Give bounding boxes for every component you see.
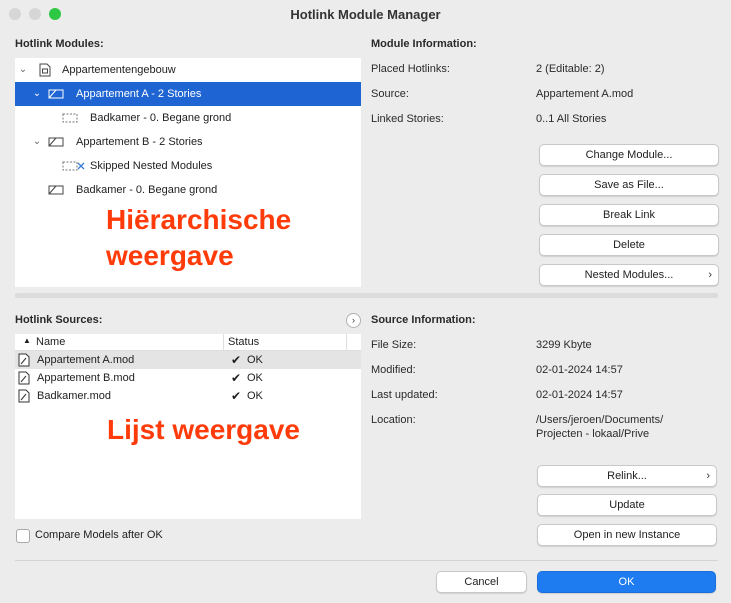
module-tree[interactable]: ⌄ Appartementengebouw ⌄ Appartement A - … [15, 58, 361, 287]
column-separator[interactable] [223, 334, 224, 350]
ok-button[interactable]: OK [537, 571, 716, 593]
module-icon [48, 185, 64, 195]
location-value-line-2: Projecten - lokaal/Prive [536, 428, 650, 440]
module-skipped-icon [62, 161, 85, 171]
relink-label: Relink... [607, 470, 647, 482]
module-file-icon [18, 371, 30, 385]
column-separator[interactable] [346, 334, 347, 350]
sources-expand-button[interactable]: › [346, 313, 361, 328]
module-file-icon [18, 353, 30, 367]
linked-stories-label: Linked Stories: [371, 113, 444, 125]
tree-item-label: Appartement A - 2 Stories [76, 88, 202, 100]
tree-item-appartement-a[interactable]: ⌄ Appartement A - 2 Stories [15, 82, 361, 106]
relink-button[interactable]: Relink... › [537, 465, 717, 487]
tree-item-label: Appartement B - 2 Stories [76, 136, 203, 148]
module-dashed-icon [62, 113, 78, 123]
tree-item-label: Badkamer - 0. Begane grond [90, 112, 232, 124]
column-name-header[interactable]: Name [36, 336, 65, 348]
file-size-label: File Size: [371, 339, 417, 351]
dialog-window: Hotlink Module Manager Hotlink Modules: … [0, 0, 731, 603]
check-icon: ✔ [231, 371, 242, 385]
last-updated-label: Last updated: [371, 389, 438, 401]
tree-item-badkamer-nested[interactable]: Badkamer - 0. Begane grond [15, 106, 361, 130]
module-file-icon [18, 389, 30, 403]
hierarchy-annotation: Hiërarchische weergave [106, 202, 291, 274]
source-name: Badkamer.mod [37, 390, 111, 402]
location-label: Location: [371, 414, 416, 426]
annotation-line-1: Hiërarchische [106, 204, 292, 235]
chevron-right-icon: › [706, 470, 710, 482]
tree-item-badkamer[interactable]: Badkamer - 0. Begane grond [15, 178, 361, 202]
tree-item-appartement-b[interactable]: ⌄ Appartement B - 2 Stories [15, 130, 361, 154]
title-bar: Hotlink Module Manager [0, 0, 731, 28]
check-icon: ✔ [231, 389, 242, 403]
module-information-label: Module Information: [371, 38, 477, 50]
compare-models-label[interactable]: Compare Models after OK [35, 529, 163, 541]
cancel-button[interactable]: Cancel [436, 571, 527, 593]
module-icon [48, 89, 64, 99]
source-name: Appartement B.mod [37, 372, 135, 384]
chevron-right-icon: › [708, 269, 712, 281]
chevron-right-icon: › [352, 315, 355, 325]
module-icon [48, 137, 64, 147]
footer-separator [15, 560, 718, 561]
break-link-button[interactable]: Break Link [539, 204, 719, 226]
source-status: OK [247, 372, 263, 384]
hotlink-sources-label: Hotlink Sources: [15, 314, 103, 326]
source-information-label: Source Information: [371, 314, 476, 326]
sort-ascending-icon[interactable]: ▲ [23, 336, 31, 345]
update-button[interactable]: Update [537, 494, 717, 516]
modified-label: Modified: [371, 364, 416, 376]
list-annotation: Lijst weergave [107, 414, 300, 445]
placed-hotlinks-value: 2 (Editable: 2) [536, 63, 605, 75]
delete-button[interactable]: Delete [539, 234, 719, 256]
modified-value: 02-01-2024 14:57 [536, 364, 623, 376]
sources-list[interactable]: ▲ Name Status Appartement A.mod ✔ OK App… [15, 334, 361, 519]
window-title: Hotlink Module Manager [290, 7, 441, 22]
list-item[interactable]: Badkamer.mod ✔ OK [15, 387, 361, 405]
location-value-line-1: /Users/jeroen/Documents/ [536, 414, 664, 426]
last-updated-value: 02-01-2024 14:57 [536, 389, 623, 401]
source-value: Appartement A.mod [536, 88, 634, 100]
change-module-button[interactable]: Change Module... [539, 144, 719, 166]
hotlink-modules-label: Hotlink Modules: [15, 38, 104, 50]
list-header: ▲ Name Status [15, 334, 361, 351]
list-item[interactable]: Appartement B.mod ✔ OK [15, 369, 361, 387]
column-status-header[interactable]: Status [228, 336, 259, 348]
placed-hotlinks-label: Placed Hotlinks: [371, 63, 450, 75]
tree-item-label: Skipped Nested Modules [90, 160, 213, 172]
file-size-value: 3299 Kbyte [536, 339, 592, 351]
tree-item-label: Badkamer - 0. Begane grond [76, 184, 218, 196]
source-status: OK [247, 354, 263, 366]
chevron-down-icon[interactable]: ⌄ [18, 65, 28, 75]
open-in-new-instance-button[interactable]: Open in new Instance [537, 524, 717, 546]
compare-models-checkbox[interactable] [16, 529, 30, 543]
tree-item-label: Appartementengebouw [62, 64, 176, 76]
tree-item-root[interactable]: ⌄ Appartementengebouw [15, 58, 361, 82]
tree-item-skipped[interactable]: Skipped Nested Modules [15, 154, 361, 178]
source-name: Appartement A.mod [37, 354, 135, 366]
chevron-down-icon[interactable]: ⌄ [32, 89, 42, 99]
source-label: Source: [371, 88, 409, 100]
linked-stories-value: 0..1 All Stories [536, 113, 607, 125]
file-icon [39, 63, 51, 77]
save-as-file-button[interactable]: Save as File... [539, 174, 719, 196]
source-status: OK [247, 390, 263, 402]
split-divider[interactable] [15, 293, 718, 298]
list-item[interactable]: Appartement A.mod ✔ OK [15, 351, 361, 369]
nested-modules-label: Nested Modules... [584, 269, 674, 281]
chevron-down-icon[interactable]: ⌄ [32, 137, 42, 147]
check-icon: ✔ [231, 353, 242, 367]
annotation-line-2: weergave [106, 240, 234, 271]
nested-modules-button[interactable]: Nested Modules... › [539, 264, 719, 286]
